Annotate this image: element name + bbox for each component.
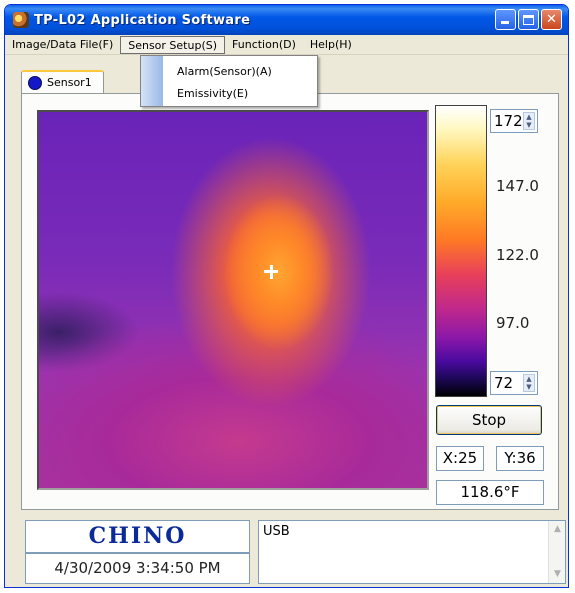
thermal-image[interactable] [37, 110, 429, 490]
datetime-display: 4/30/2009 3:34:50 PM [25, 553, 250, 584]
y-coordinate-readout: Y:36 [496, 446, 544, 471]
vertical-scrollbar[interactable]: ▲ ▼ [548, 521, 565, 583]
window-controls: ✕ [495, 9, 562, 30]
menu-image-data-file[interactable]: Image/Data File(F) [5, 36, 120, 54]
menu-item-emissivity[interactable]: Emissivity(E) [177, 85, 248, 103]
scroll-down-icon[interactable]: ▼ [550, 567, 565, 582]
minimize-icon [501, 21, 509, 24]
app-icon [13, 12, 29, 28]
scale-min-stepper[interactable]: 72 ▲ ▼ [490, 371, 538, 395]
close-icon: ✕ [546, 12, 557, 27]
sensor-setup-dropdown: Alarm(Sensor)(A) Emissivity(E) [140, 55, 318, 107]
maximize-button[interactable] [518, 9, 539, 30]
logo-box: CHINO [25, 520, 250, 553]
stop-button[interactable]: Stop [436, 405, 542, 435]
menu-help[interactable]: Help(H) [303, 36, 359, 54]
scale-min-value: 72 [494, 374, 514, 392]
color-scale-bar [435, 105, 487, 397]
title-bar[interactable]: TP-L02 Application Software ✕ [5, 5, 568, 35]
maximize-icon [523, 14, 534, 25]
tab-label: Sensor1 [47, 76, 92, 89]
crosshair-icon[interactable] [264, 265, 278, 279]
brand-logo: CHINO [88, 523, 187, 549]
close-button[interactable]: ✕ [541, 9, 562, 30]
scale-label: 147.0 [496, 177, 539, 195]
menu-item-alarm-sensor[interactable]: Alarm(Sensor)(A) [177, 63, 272, 81]
connection-status: USB [263, 524, 290, 539]
stepper-arrows-icon[interactable]: ▲ ▼ [523, 374, 535, 392]
temperature-readout: 118.6°F [436, 480, 544, 505]
tab-sensor1[interactable]: Sensor1 [21, 70, 104, 93]
x-coordinate-readout: X:25 [436, 446, 484, 471]
menu-function[interactable]: Function(D) [225, 36, 303, 54]
scale-label: 97.0 [496, 314, 530, 332]
sensor-status-icon [28, 75, 42, 90]
scale-max-stepper[interactable]: 172 ▲ ▼ [490, 109, 538, 133]
menu-sensor-setup[interactable]: Sensor Setup(S) [120, 35, 226, 54]
window-title: TP-L02 Application Software [34, 12, 251, 28]
scroll-up-icon[interactable]: ▲ [550, 522, 565, 537]
minimize-button[interactable] [495, 9, 516, 30]
dropdown-icon-strip [141, 56, 163, 106]
connection-status-box: USB ▲ ▼ [258, 520, 566, 584]
menu-bar: Image/Data File(F) Sensor Setup(S) Funct… [5, 35, 568, 55]
stepper-arrows-icon[interactable]: ▲ ▼ [523, 112, 535, 130]
scale-max-value: 172 [494, 112, 523, 130]
scale-label: 122.0 [496, 246, 539, 264]
